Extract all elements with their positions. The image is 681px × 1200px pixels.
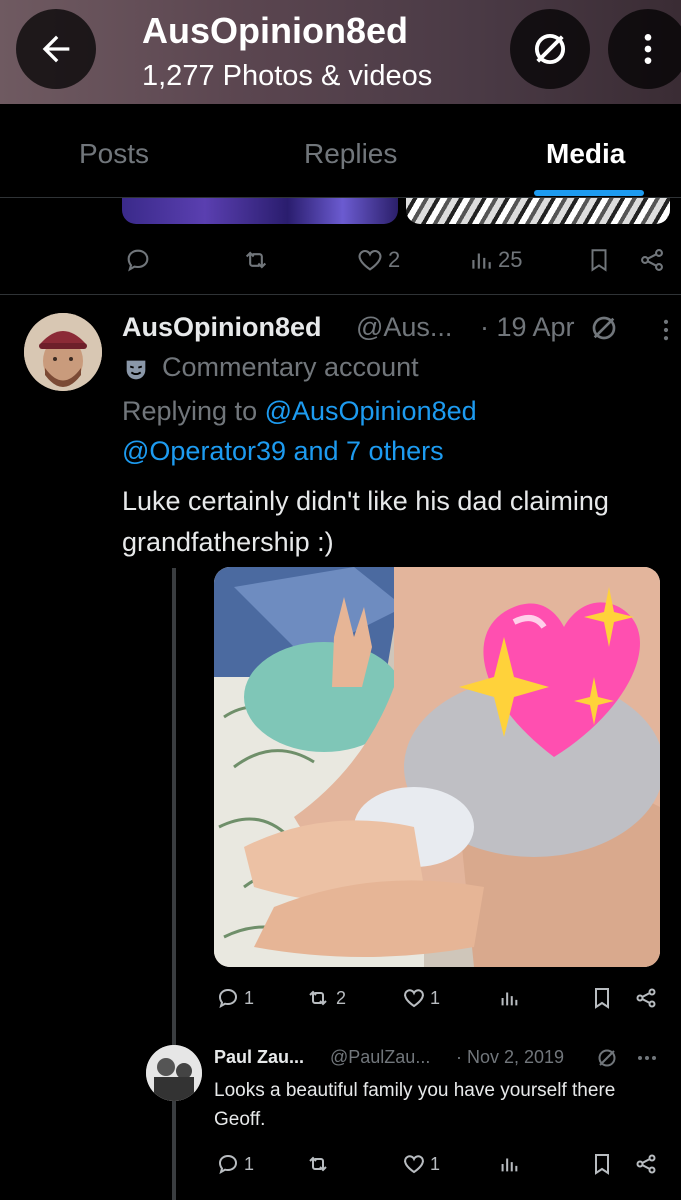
- thread-line: [172, 568, 176, 1200]
- profile-tabs: Posts Replies Media: [0, 104, 681, 198]
- tab-media[interactable]: Media: [546, 138, 625, 170]
- retweet-icon: [309, 1156, 327, 1172]
- reply-author-name[interactable]: Paul Zau...: [214, 1047, 304, 1068]
- heart-icon: [404, 1155, 424, 1174]
- prev-like-button[interactable]: 2: [356, 246, 400, 274]
- tweet-author-name[interactable]: AusOpinion8ed: [122, 312, 322, 343]
- prev-retweet-button[interactable]: [241, 246, 271, 274]
- reply-author-handle[interactable]: @PaulZau...: [330, 1047, 430, 1068]
- account-label: Commentary account: [162, 352, 419, 382]
- reply-avatar[interactable]: [146, 1045, 202, 1101]
- retweet-count: 2: [336, 987, 347, 1008]
- heart-icon: [358, 249, 382, 271]
- replying-to-line: Replying to @AusOpinion8ed: [122, 396, 477, 427]
- reply-like-count: 1: [430, 1153, 441, 1174]
- prev-tweet-image-1[interactable]: [122, 198, 398, 224]
- photo-content: [214, 567, 660, 967]
- bookmark-icon: [595, 988, 609, 1009]
- more-vertical-icon: [644, 34, 652, 64]
- reply-icon: [218, 988, 238, 1009]
- profile-header: AusOpinion8ed 1,277 Photos & videos: [0, 0, 681, 104]
- reply-icon: [218, 1154, 238, 1175]
- like-button[interactable]: 1: [402, 986, 440, 1010]
- retweet-button[interactable]: 2: [304, 986, 346, 1010]
- replying-to-mention[interactable]: @AusOpinion8ed: [265, 396, 477, 426]
- prev-like-count: 2: [388, 247, 401, 272]
- reply-bookmark-button[interactable]: [590, 1152, 614, 1176]
- reply-count: 1: [244, 987, 255, 1008]
- reply-icon: [127, 249, 149, 272]
- prev-tweet-image-2[interactable]: [406, 198, 670, 224]
- views-icon: [501, 1158, 518, 1172]
- more-options-button[interactable]: [608, 9, 681, 89]
- reply-more-icon[interactable]: [634, 1048, 660, 1068]
- tweet-more-icon[interactable]: [652, 314, 680, 346]
- prev-views-button[interactable]: 25: [468, 246, 522, 274]
- bookmark-icon: [591, 249, 607, 272]
- views-button[interactable]: [498, 986, 520, 1010]
- prev-share-button[interactable]: [638, 246, 666, 274]
- views-icon: [472, 253, 491, 269]
- tweet-photo[interactable]: [214, 567, 660, 967]
- bookmark-button[interactable]: [590, 986, 614, 1010]
- active-tab-indicator: [534, 190, 644, 196]
- reply-views-button[interactable]: [498, 1152, 520, 1176]
- reply-button[interactable]: 1: [216, 986, 254, 1010]
- share-icon: [636, 988, 656, 1008]
- share-icon: [636, 1154, 656, 1174]
- retweet-icon: [309, 990, 327, 1006]
- reply-date[interactable]: · Nov 2, 2019: [456, 1047, 564, 1068]
- reply-profile-photo: [146, 1045, 202, 1101]
- reply-share-button[interactable]: [634, 1152, 658, 1176]
- heart-icon: [404, 989, 424, 1008]
- reply-retweet-button[interactable]: [304, 1152, 332, 1176]
- prev-bookmark-button[interactable]: [586, 246, 612, 274]
- tweet-divider: [0, 294, 681, 295]
- tweet-text: Luke certainly didn't like his dad claim…: [122, 486, 609, 557]
- bookmark-icon: [595, 1154, 609, 1175]
- tweet-author-handle[interactable]: @Aus...: [356, 312, 452, 343]
- reply-reply-button[interactable]: 1: [216, 1152, 254, 1176]
- media-count: 1,277 Photos & videos: [142, 60, 433, 92]
- profile-photo: [24, 313, 102, 391]
- prev-reply-button[interactable]: [124, 246, 152, 274]
- prev-views-count: 25: [498, 247, 523, 272]
- replying-to-prefix: Replying to: [122, 396, 265, 426]
- profile-title: AusOpinion8ed: [142, 10, 409, 51]
- share-icon: [641, 249, 663, 271]
- blocked-icon: [592, 316, 616, 340]
- tab-posts[interactable]: Posts: [79, 138, 149, 170]
- views-icon: [501, 992, 518, 1006]
- arrow-left-icon: [42, 35, 70, 63]
- tab-replies[interactable]: Replies: [304, 138, 397, 170]
- blocked-button[interactable]: [510, 9, 590, 89]
- reply-text: Looks a beautiful family you have yourse…: [214, 1080, 616, 1130]
- blocked-icon: [598, 1049, 616, 1067]
- retweet-icon: [245, 251, 267, 269]
- blocked-icon: [534, 33, 566, 65]
- reply-like-button[interactable]: 1: [402, 1152, 440, 1176]
- share-button[interactable]: [634, 986, 658, 1010]
- replying-to-others[interactable]: @Operator39 and 7 others: [122, 436, 444, 467]
- reply-reply-count: 1: [244, 1153, 255, 1174]
- tweet-date[interactable]: · 19 Apr: [480, 312, 575, 343]
- back-button[interactable]: [16, 9, 96, 89]
- like-count: 1: [430, 987, 441, 1008]
- commentary-mask-icon: [126, 360, 146, 380]
- avatar[interactable]: [24, 313, 102, 391]
